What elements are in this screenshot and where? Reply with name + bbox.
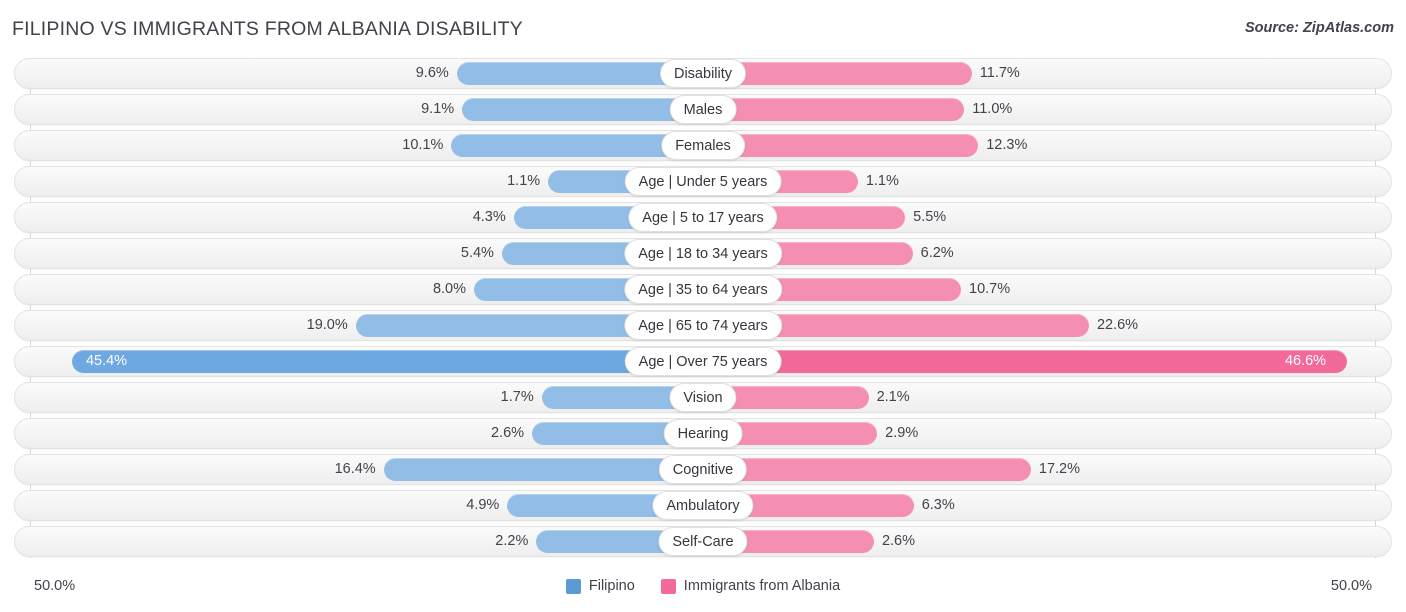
category-label-pill[interactable]: Disability bbox=[659, 59, 747, 88]
value-label-right: 11.0% bbox=[972, 101, 1013, 117]
value-label-left: 1.1% bbox=[507, 173, 541, 189]
bar-immigrants-from-albania[interactable] bbox=[703, 458, 1031, 481]
category-label-pill[interactable]: Age | 65 to 74 years bbox=[624, 311, 782, 340]
table-row[interactable]: 10.1% 12.3% Females bbox=[0, 130, 1406, 161]
chart-header: FILIPINO VS IMMIGRANTS FROM ALBANIA DISA… bbox=[0, 0, 1406, 56]
value-label-left: 5.4% bbox=[460, 245, 494, 261]
bar-immigrants-from-albania[interactable] bbox=[703, 98, 965, 121]
category-label-pill[interactable]: Males bbox=[669, 95, 737, 124]
category-label-pill[interactable]: Ambulatory bbox=[652, 491, 754, 520]
table-row[interactable]: 2.2% 2.6% Self-Care bbox=[0, 526, 1406, 557]
table-row[interactable]: 1.1% 1.1% Age | Under 5 years bbox=[0, 166, 1406, 197]
category-label-pill[interactable]: Age | Over 75 years bbox=[624, 347, 782, 376]
value-label-left: 9.6% bbox=[415, 65, 449, 81]
bar-filipino[interactable] bbox=[462, 98, 703, 121]
value-label-right: 22.6% bbox=[1096, 317, 1139, 333]
legend-label: Filipino bbox=[588, 578, 635, 594]
table-row[interactable]: 8.0% 10.7% Age | 35 to 64 years bbox=[0, 274, 1406, 305]
value-label-left: 2.6% bbox=[490, 425, 525, 441]
value-label-left: 19.0% bbox=[306, 317, 348, 333]
value-label-right: 17.2% bbox=[1038, 461, 1081, 477]
value-label-right: 1.1% bbox=[865, 173, 899, 189]
category-label-pill[interactable]: Cognitive bbox=[658, 455, 748, 484]
source-attribution: Source: ZipAtlas.com bbox=[1244, 20, 1394, 36]
value-label-right: 5.5% bbox=[913, 209, 947, 225]
chart-rows: 9.6% 11.7% Disability 9.1% 11.0% Males 10.1% 12… bbox=[0, 58, 1406, 562]
chart-legend: Filipino Immigrants from Albania bbox=[0, 578, 1406, 594]
value-label-right: 46.6% bbox=[1284, 353, 1327, 369]
page-title: FILIPINO VS IMMIGRANTS FROM ALBANIA DISA… bbox=[12, 18, 523, 40]
value-label-left: 4.3% bbox=[472, 209, 506, 225]
legend-item[interactable]: Immigrants from Albania bbox=[660, 578, 841, 594]
value-label-left: 9.1% bbox=[421, 101, 455, 117]
table-row[interactable]: 9.6% 11.7% Disability bbox=[0, 58, 1406, 89]
value-label-right: 2.1% bbox=[876, 389, 910, 405]
value-label-left: 4.9% bbox=[466, 497, 500, 513]
value-label-right: 10.7% bbox=[969, 281, 1011, 297]
table-row[interactable]: 9.1% 11.0% Males bbox=[0, 94, 1406, 125]
category-label-pill[interactable]: Vision bbox=[669, 383, 737, 412]
chart-footer: 50.0% 50.0% Filipino Immigrants from Alba… bbox=[0, 572, 1406, 612]
bar-filipino[interactable] bbox=[71, 350, 703, 373]
legend-swatch-icon bbox=[660, 578, 676, 594]
value-label-right: 2.6% bbox=[881, 533, 915, 549]
legend-item[interactable]: Filipino bbox=[565, 578, 635, 594]
bar-immigrants-from-albania[interactable] bbox=[703, 350, 1347, 373]
chart-plot-area: 9.6% 11.7% Disability 9.1% 11.0% Males 10.1% 12… bbox=[0, 58, 1406, 566]
value-label-left: 8.0% bbox=[432, 281, 466, 297]
value-label-right: 6.2% bbox=[920, 245, 954, 261]
table-row[interactable]: 4.3% 5.5% Age | 5 to 17 years bbox=[0, 202, 1406, 233]
legend-label: Immigrants from Albania bbox=[683, 578, 841, 594]
category-label-pill[interactable]: Age | 18 to 34 years bbox=[624, 239, 782, 268]
category-label-pill[interactable]: Females bbox=[661, 131, 745, 160]
table-row[interactable]: 19.0% 22.6% Age | 65 to 74 years bbox=[0, 310, 1406, 341]
table-row[interactable]: 4.9% 6.3% Ambulatory bbox=[0, 490, 1406, 521]
value-label-right: 12.3% bbox=[986, 137, 1028, 153]
legend-swatch-icon bbox=[565, 578, 581, 594]
value-label-right: 11.7% bbox=[979, 65, 1020, 81]
category-label-pill[interactable]: Age | 35 to 64 years bbox=[624, 275, 782, 304]
category-label-pill[interactable]: Self-Care bbox=[658, 527, 748, 556]
category-label-pill[interactable]: Hearing bbox=[663, 419, 743, 448]
value-label-right: 6.3% bbox=[921, 497, 955, 513]
value-label-left: 1.7% bbox=[500, 389, 534, 405]
table-row[interactable]: 45.4% 46.6% Age | Over 75 years bbox=[0, 346, 1406, 377]
value-label-right: 2.9% bbox=[885, 425, 919, 441]
category-label-pill[interactable]: Age | 5 to 17 years bbox=[628, 203, 778, 232]
value-label-left: 2.2% bbox=[495, 533, 529, 549]
value-label-left: 45.4% bbox=[85, 353, 128, 369]
value-label-left: 16.4% bbox=[334, 461, 376, 477]
table-row[interactable]: 5.4% 6.2% Age | 18 to 34 years bbox=[0, 238, 1406, 269]
table-row[interactable]: 16.4% 17.2% Cognitive bbox=[0, 454, 1406, 485]
bar-filipino[interactable] bbox=[383, 458, 703, 481]
category-label-pill[interactable]: Age | Under 5 years bbox=[624, 167, 782, 196]
table-row[interactable]: 2.6% 2.9% Hearing bbox=[0, 418, 1406, 449]
value-label-left: 10.1% bbox=[402, 137, 444, 153]
table-row[interactable]: 1.7% 2.1% Vision bbox=[0, 382, 1406, 413]
